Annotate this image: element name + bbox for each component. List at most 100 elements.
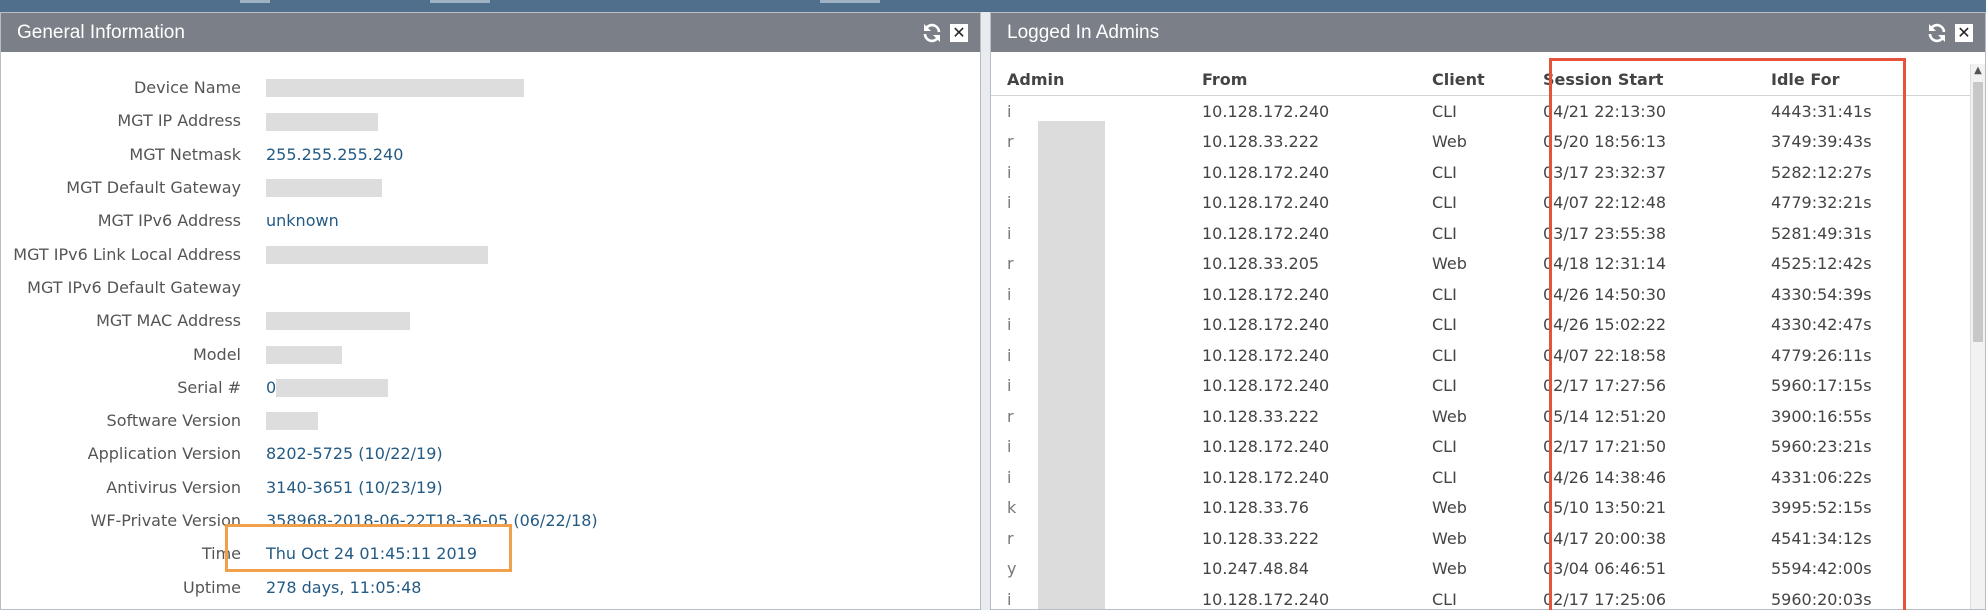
client-cell: CLI <box>1432 101 1457 121</box>
from-cell: 10.128.33.222 <box>1202 132 1320 152</box>
from-cell: 10.128.172.240 <box>1202 284 1330 304</box>
client-cell: CLI <box>1432 345 1457 365</box>
strip-tick <box>430 0 490 3</box>
info-row: MGT MAC Address <box>1 304 980 337</box>
redacted-value <box>266 312 410 331</box>
redacted-value <box>266 245 488 264</box>
info-row: Serial # 0 <box>1 371 980 404</box>
info-label: MGT IPv6 Default Gateway <box>27 277 241 297</box>
info-row: Software Version <box>1 404 980 437</box>
info-value-text: unknown <box>266 211 339 231</box>
panel-title: General Information <box>17 21 185 43</box>
info-value-text: 0 <box>266 377 277 397</box>
info-row: Model <box>1 337 980 370</box>
info-label: MGT Default Gateway <box>66 178 241 198</box>
from-cell: 10.128.172.240 <box>1202 315 1330 335</box>
info-label: Uptime <box>182 577 241 597</box>
info-label: Serial # <box>177 377 241 397</box>
client-cell: CLI <box>1432 589 1457 609</box>
from-cell: 10.128.172.240 <box>1202 101 1330 121</box>
info-label: MGT IPv6 Link Local Address <box>13 244 241 264</box>
redacted-value <box>266 179 382 198</box>
info-row: MGT Default Gateway <box>1 171 980 204</box>
client-cell: CLI <box>1432 315 1457 335</box>
refresh-icon[interactable] <box>920 21 944 45</box>
info-value <box>266 311 410 331</box>
scrollbar-thumb[interactable] <box>1973 82 1983 342</box>
column-header-client[interactable]: Client <box>1432 70 1543 89</box>
client-cell: CLI <box>1432 284 1457 304</box>
info-label: MGT IP Address <box>117 111 241 131</box>
info-value-text: 278 days, 11:05:48 <box>266 577 422 597</box>
client-cell: Web <box>1432 254 1467 274</box>
client-cell: Web <box>1432 528 1467 548</box>
info-value <box>266 78 524 98</box>
info-row: MGT IPv6 Address unknown <box>1 204 980 237</box>
redacted-value <box>266 345 342 364</box>
client-cell: Web <box>1432 132 1467 152</box>
client-cell: Web <box>1432 498 1467 518</box>
redacted-value <box>276 379 389 398</box>
info-label: Application Version <box>87 444 241 464</box>
info-label: MGT IPv6 Address <box>97 211 241 231</box>
from-cell: 10.128.172.240 <box>1202 467 1330 487</box>
info-value-text: 8202-5725 (10/22/19) <box>266 444 443 464</box>
info-row: MGT IPv6 Default Gateway <box>1 271 980 304</box>
panel-title: Logged In Admins <box>1007 21 1160 43</box>
info-value: 8202-5725 (10/22/19) <box>266 444 443 463</box>
panel-header: General Information ✕ <box>1 13 980 52</box>
info-value <box>266 411 318 431</box>
info-label: Software Version <box>106 411 241 431</box>
from-cell: 10.128.172.240 <box>1202 193 1330 213</box>
info-row: MGT IPv6 Link Local Address <box>1 237 980 270</box>
scroll-up-arrow-icon[interactable]: ▲ <box>1971 64 1985 78</box>
general-information-panel: General Information ✕ Device Name MGT IP … <box>0 12 981 610</box>
client-cell: CLI <box>1432 376 1457 396</box>
from-cell: 10.128.172.240 <box>1202 345 1330 365</box>
from-cell: 10.128.172.240 <box>1202 437 1330 457</box>
info-value: 255.255.255.240 <box>266 145 403 164</box>
client-cell: CLI <box>1432 223 1457 243</box>
info-row: MGT Netmask 255.255.255.240 <box>1 138 980 171</box>
top-strip <box>0 0 1986 12</box>
admin-cell: i <box>1007 101 1012 121</box>
panel-header: Logged In Admins ✕ <box>991 13 1985 52</box>
info-label: MGT Netmask <box>129 144 241 164</box>
strip-tick <box>820 0 880 3</box>
redacted-value <box>266 112 378 131</box>
redacted-value <box>266 79 524 98</box>
vertical-scrollbar[interactable]: ▲ <box>1970 64 1985 609</box>
column-header-admin[interactable]: Admin <box>991 70 1202 89</box>
from-cell: 10.128.172.240 <box>1202 162 1330 182</box>
info-value: 0 <box>266 377 389 398</box>
info-value: unknown <box>266 211 339 230</box>
info-value: 278 days, 11:05:48 <box>266 578 421 597</box>
from-cell: 10.128.172.240 <box>1202 376 1330 396</box>
info-value <box>266 344 342 364</box>
info-value-text: 3140-3651 (10/23/19) <box>266 477 443 497</box>
client-cell: Web <box>1432 559 1467 579</box>
from-cell: 10.247.48.84 <box>1202 559 1309 579</box>
info-row: Uptime 278 days, 11:05:48 <box>1 570 980 603</box>
client-cell: Web <box>1432 406 1467 426</box>
from-cell: 10.128.33.222 <box>1202 528 1320 548</box>
close-icon[interactable]: ✕ <box>950 23 968 42</box>
session-highlight-box <box>1549 58 1906 610</box>
info-label: Antivirus Version <box>106 477 241 497</box>
from-cell: 10.128.172.240 <box>1202 223 1330 243</box>
refresh-icon[interactable] <box>1925 21 1949 45</box>
client-cell: CLI <box>1432 162 1457 182</box>
info-label: MGT MAC Address <box>96 311 241 331</box>
time-highlight-box <box>225 524 512 572</box>
redacted-value <box>266 412 318 431</box>
client-cell: CLI <box>1432 193 1457 213</box>
from-cell: 10.128.33.76 <box>1202 498 1309 518</box>
client-cell: CLI <box>1432 437 1457 457</box>
column-header-from[interactable]: From <box>1202 70 1432 89</box>
info-label: Device Name <box>133 78 241 98</box>
info-row: Application Version 8202-5725 (10/22/19) <box>1 437 980 470</box>
strip-tick <box>240 0 270 3</box>
info-value: 3140-3651 (10/23/19) <box>266 478 443 497</box>
from-cell: 10.128.33.222 <box>1202 406 1320 426</box>
close-icon[interactable]: ✕ <box>1955 23 1973 42</box>
